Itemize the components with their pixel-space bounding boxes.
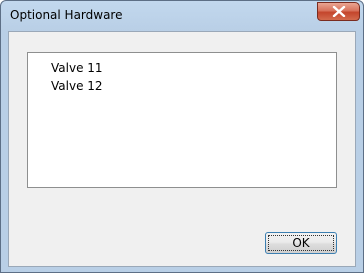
close-button[interactable] — [317, 2, 360, 21]
list-item[interactable]: Valve 12 — [51, 79, 103, 93]
dialog-client-area: Valve 11 Valve 12 OK — [8, 31, 356, 267]
hardware-list[interactable]: Valve 11 Valve 12 — [27, 52, 337, 188]
ok-button[interactable]: OK — [265, 232, 337, 254]
focus-rectangle — [268, 235, 334, 251]
window-title: Optional Hardware — [10, 8, 123, 22]
close-icon — [332, 6, 346, 17]
dialog-window: Optional Hardware Valve 11 Valve 12 OK — [0, 0, 364, 273]
title-bar[interactable]: Optional Hardware — [1, 1, 363, 31]
list-item[interactable]: Valve 11 — [51, 61, 103, 75]
